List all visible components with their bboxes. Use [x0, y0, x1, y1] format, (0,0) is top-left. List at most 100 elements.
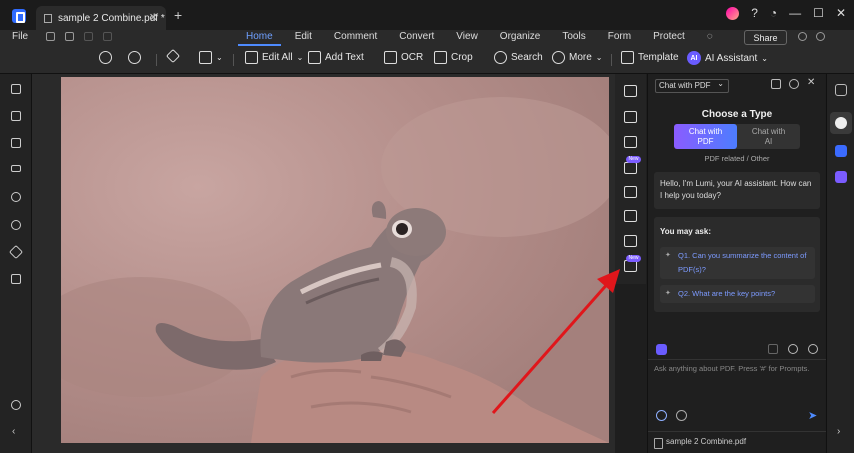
- rectangle-icon: [199, 51, 212, 64]
- tab-close-icon[interactable]: ✕: [149, 11, 158, 24]
- lightbulb-icon[interactable]: ◌: [696, 31, 724, 42]
- shape-button[interactable]: ⌄: [199, 51, 223, 64]
- maximize-button[interactable]: ☐: [813, 6, 824, 20]
- edit-all-button[interactable]: Edit All ⌄: [245, 51, 303, 64]
- tab-form[interactable]: Form: [597, 31, 642, 42]
- eraser-icon: [165, 48, 181, 64]
- chat-mode-select[interactable]: Chat with PDF: [655, 78, 729, 93]
- ocr-icon: [384, 51, 397, 64]
- ai-detect-icon[interactable]: [835, 171, 847, 183]
- tab-home[interactable]: Home: [235, 31, 284, 46]
- new-chat-icon[interactable]: [771, 79, 781, 89]
- you-may-ask-label: You may ask:: [660, 227, 711, 236]
- chat-with-pdf-button[interactable]: Chat with PDF: [674, 124, 737, 149]
- thumbnails-icon[interactable]: [11, 165, 21, 172]
- file-menu[interactable]: File: [12, 31, 28, 42]
- signature-icon[interactable]: [11, 274, 21, 284]
- avatar[interactable]: [726, 6, 740, 20]
- search-panel-icon[interactable]: [11, 220, 21, 230]
- close-panel-icon[interactable]: ✕: [807, 78, 817, 89]
- template-button[interactable]: Template: [621, 51, 679, 64]
- help-panel-icon[interactable]: [789, 79, 799, 89]
- tab-tools[interactable]: Tools: [551, 31, 596, 42]
- suggested-question-1[interactable]: Q1. Can you summarize the content of PDF…: [660, 247, 815, 279]
- zoom-in-button[interactable]: [128, 51, 141, 64]
- undo-icon[interactable]: [84, 32, 93, 41]
- new-tab-button[interactable]: +: [174, 8, 182, 22]
- crop-icon: [434, 51, 447, 64]
- properties-icon[interactable]: [835, 84, 847, 96]
- edit-all-label: Edit All: [262, 52, 293, 63]
- save-image-icon[interactable]: [624, 111, 637, 123]
- upload-cloud-icon[interactable]: [798, 32, 807, 41]
- suggested-question-2[interactable]: Q2. What are the key points?: [660, 285, 815, 303]
- add-text-label: Add Text: [325, 52, 364, 63]
- attach-icon[interactable]: [676, 410, 687, 421]
- redo-icon[interactable]: [103, 32, 112, 41]
- zoom-out-button[interactable]: [99, 51, 112, 64]
- crop-label: Crop: [451, 52, 473, 63]
- notification-icon[interactable]: ◔: [770, 6, 777, 20]
- chat-with-ai-button[interactable]: Chat with AI: [737, 124, 800, 149]
- chat-with-pdf-label: Chat with PDF: [688, 126, 723, 146]
- expand-right-icon[interactable]: ›: [837, 426, 840, 437]
- left-sidebar: ‹: [0, 74, 32, 453]
- suggested-questions: You may ask: Q1. Can you summarize the c…: [654, 217, 820, 312]
- more-icon: [552, 51, 565, 64]
- squirrel-photo: [61, 77, 609, 443]
- tab-organize[interactable]: Organize: [489, 31, 552, 42]
- chat-input-area[interactable]: Ask anything about PDF. Press '#' for Pr…: [648, 359, 826, 427]
- layers-icon[interactable]: [8, 244, 24, 260]
- ai-assistant-button[interactable]: AI AI Assistant ⌄: [687, 51, 768, 65]
- lightbulb-prompt-icon[interactable]: [656, 410, 667, 421]
- search-icon: [494, 51, 507, 64]
- image-to-text-icon[interactable]: [624, 235, 637, 247]
- ai-chat-icon[interactable]: [835, 117, 847, 129]
- tab-view[interactable]: View: [445, 31, 489, 42]
- zoom-out-icon: [99, 51, 112, 64]
- zoom-in-icon: [128, 51, 141, 64]
- document-image[interactable]: [61, 77, 609, 443]
- ai-image-icon[interactable]: [624, 162, 637, 174]
- translate-icon[interactable]: [835, 145, 847, 157]
- extract-text-icon[interactable]: [624, 210, 637, 222]
- settings-icon[interactable]: [808, 344, 818, 354]
- image-adjust-icon[interactable]: [624, 186, 637, 198]
- tab-protect[interactable]: Protect: [642, 31, 696, 42]
- send-icon[interactable]: ➤: [808, 409, 817, 422]
- choose-type-title: Choose a Type: [701, 109, 773, 120]
- close-window-button[interactable]: ✕: [836, 6, 846, 20]
- title-bar: sample 2 Combine.pdf * ✕ + ? ◔ — ☐ ✕: [0, 0, 854, 30]
- app-logo-icon: [12, 9, 26, 23]
- tab-edit[interactable]: Edit: [284, 31, 323, 42]
- tab-convert[interactable]: Convert: [388, 31, 445, 42]
- pages-icon[interactable]: [11, 84, 21, 94]
- more-label: More: [569, 52, 592, 63]
- more-button[interactable]: More ⌄: [552, 51, 603, 64]
- help-circle-icon[interactable]: [11, 400, 21, 410]
- share-button[interactable]: Share: [744, 30, 787, 45]
- collapse-left-icon[interactable]: ‹: [12, 426, 15, 437]
- expand-icon[interactable]: [816, 32, 825, 41]
- help-icon[interactable]: ?: [751, 6, 758, 20]
- ocr-button[interactable]: OCR: [384, 51, 423, 64]
- highlight-button[interactable]: [165, 48, 181, 64]
- add-text-button[interactable]: Add Text: [308, 51, 364, 64]
- comment-icon[interactable]: [11, 138, 21, 148]
- chat-input[interactable]: Ask anything about PDF. Press '#' for Pr…: [654, 364, 809, 373]
- history-icon[interactable]: [788, 344, 798, 354]
- document-tab[interactable]: sample 2 Combine.pdf * ✕: [36, 6, 166, 30]
- save-icon[interactable]: [46, 32, 55, 41]
- copy-chat-icon[interactable]: [768, 344, 778, 354]
- attachment-icon[interactable]: [11, 192, 21, 202]
- search-label: Search: [511, 52, 543, 63]
- crop-image-icon[interactable]: [624, 136, 637, 148]
- bookmark-icon[interactable]: [11, 111, 21, 121]
- print-icon[interactable]: [65, 32, 74, 41]
- image-tool-strip: New New: [615, 74, 646, 284]
- search-button[interactable]: Search: [494, 51, 543, 64]
- tab-comment[interactable]: Comment: [323, 31, 388, 42]
- crop-button[interactable]: Crop: [434, 51, 473, 64]
- minimize-button[interactable]: —: [789, 6, 801, 20]
- copy-image-icon[interactable]: [624, 85, 637, 97]
